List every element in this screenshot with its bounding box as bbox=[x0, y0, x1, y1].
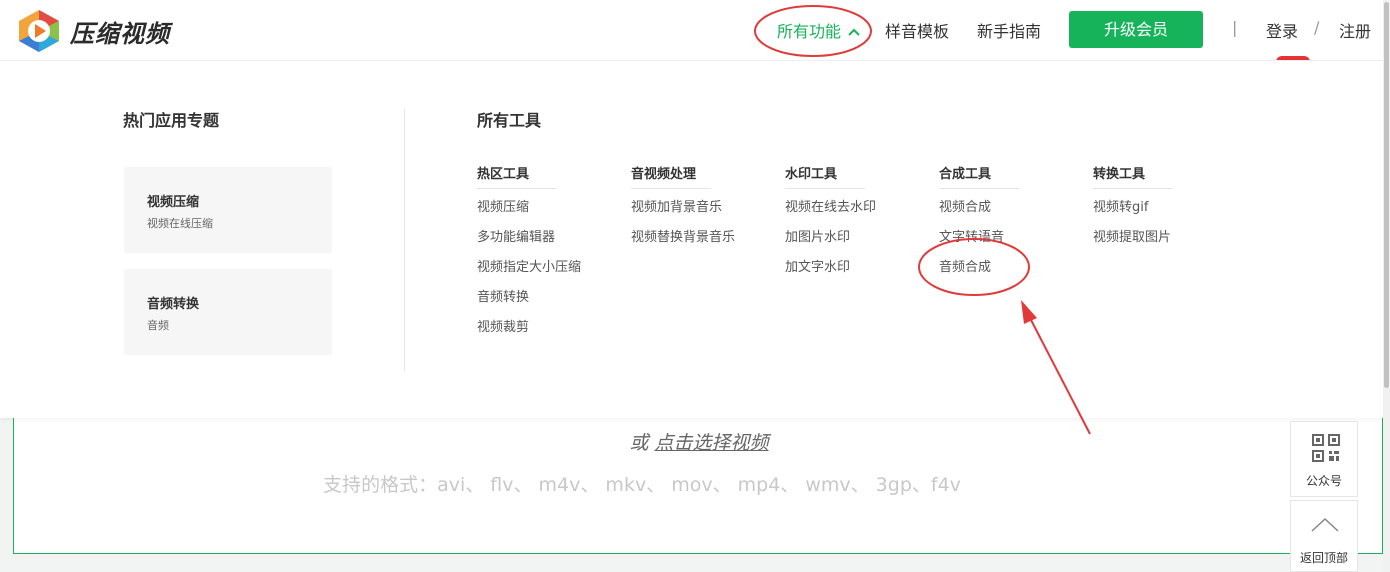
hot-card-subtitle: 音频 bbox=[147, 319, 169, 332]
tool-column-hot: 热区工具 视频压缩 多功能编辑器 视频指定大小压缩 音频转换 视频裁剪 bbox=[477, 163, 581, 343]
tool-link[interactable]: 视频提取图片 bbox=[1093, 223, 1173, 253]
tool-link[interactable]: 文字转语音 bbox=[939, 223, 1019, 253]
hot-card-title: 视频压缩 bbox=[147, 195, 200, 210]
tool-link[interactable]: 多功能编辑器 bbox=[477, 223, 581, 253]
tool-link-audio-merge[interactable]: 音频合成 bbox=[939, 253, 1019, 283]
tool-column-av: 音视频处理 视频加背景音乐 视频替换背景音乐 bbox=[631, 163, 735, 253]
upload-prompt: 或 点击选择视频 bbox=[14, 428, 1384, 455]
tool-link[interactable]: 视频合成 bbox=[939, 193, 1019, 223]
tool-column-title: 音视频处理 bbox=[631, 163, 711, 189]
features-dropdown-panel: 热门应用专题 视频压缩 视频在线压缩 音频转换 音频 所有工具 热区工具 视频压… bbox=[0, 60, 1383, 418]
nav-all-features[interactable]: 所有功能 bbox=[777, 18, 860, 42]
tool-column-convert: 转换工具 视频转gif 视频提取图片 bbox=[1093, 163, 1173, 253]
tool-column-merge: 合成工具 视频合成 文字转语音 音频合成 bbox=[939, 163, 1019, 283]
hot-card-subtitle: 视频在线压缩 bbox=[147, 217, 213, 230]
tool-link[interactable]: 视频转gif bbox=[1093, 193, 1173, 223]
wechat-qr-button[interactable]: 公众号 bbox=[1290, 421, 1358, 497]
chevron-up-icon bbox=[848, 28, 860, 36]
tool-column-title: 热区工具 bbox=[477, 163, 557, 189]
upgrade-button[interactable]: 升级会员 bbox=[1069, 11, 1203, 48]
back-to-top-label: 返回顶部 bbox=[1299, 551, 1348, 565]
tool-link[interactable]: 加文字水印 bbox=[785, 253, 876, 283]
play-logo-icon[interactable] bbox=[14, 8, 64, 54]
hot-topics-title: 热门应用专题 bbox=[123, 111, 220, 130]
nav-samples[interactable]: 样音模板 bbox=[885, 18, 949, 42]
register-link[interactable]: 注册 bbox=[1339, 18, 1371, 42]
tool-link[interactable]: 视频压缩 bbox=[477, 193, 581, 223]
hot-card-video-compress[interactable]: 视频压缩 视频在线压缩 bbox=[124, 167, 332, 253]
upload-or-label: 或 bbox=[629, 432, 649, 454]
nav-guide[interactable]: 新手指南 bbox=[977, 18, 1041, 42]
upload-dropzone[interactable]: 或 点击选择视频 支持的格式：avi、 flv、 m4v、 mkv、 mov、 … bbox=[13, 418, 1383, 554]
chevron-up-icon bbox=[1311, 517, 1339, 532]
tool-link[interactable]: 视频加背景音乐 bbox=[631, 193, 735, 223]
choose-video-link[interactable]: 点击选择视频 bbox=[655, 432, 769, 454]
tool-link[interactable]: 视频在线去水印 bbox=[785, 193, 876, 223]
scrollbar-thumb[interactable] bbox=[1384, 2, 1389, 388]
panel-divider bbox=[404, 109, 405, 371]
back-to-top-button[interactable]: 返回顶部 bbox=[1290, 500, 1358, 572]
tool-column-title: 合成工具 bbox=[939, 163, 1019, 189]
qr-code-icon bbox=[1312, 434, 1340, 462]
tool-column-title: 水印工具 bbox=[785, 163, 865, 189]
nav-all-features-label: 所有功能 bbox=[777, 22, 842, 41]
tool-link[interactable]: 视频替换背景音乐 bbox=[631, 223, 735, 253]
tool-link[interactable]: 视频指定大小压缩 bbox=[477, 253, 581, 283]
tool-link[interactable]: 加图片水印 bbox=[785, 223, 876, 253]
tool-column-title: 转换工具 bbox=[1093, 163, 1173, 189]
tool-link[interactable]: 音频转换 bbox=[477, 283, 581, 313]
qr-label: 公众号 bbox=[1305, 474, 1342, 488]
nav-divider: | bbox=[1232, 18, 1238, 37]
hot-card-title: 音频转换 bbox=[147, 297, 200, 312]
all-tools-title: 所有工具 bbox=[477, 111, 542, 130]
top-header: 压缩视频 所有功能 样音模板 新手指南 升级会员 | 登录 / 注册 bbox=[0, 0, 1390, 62]
tool-column-watermark: 水印工具 视频在线去水印 加图片水印 加文字水印 bbox=[785, 163, 876, 283]
login-link[interactable]: 登录 bbox=[1266, 18, 1298, 42]
hot-card-audio-convert[interactable]: 音频转换 音频 bbox=[124, 269, 332, 355]
supported-formats: 支持的格式：avi、 flv、 m4v、 mkv、 mov、 mp4、 wmv、… bbox=[323, 474, 961, 496]
brand-name[interactable]: 压缩视频 bbox=[70, 14, 170, 49]
nav-slash: / bbox=[1314, 18, 1320, 37]
tool-link[interactable]: 视频裁剪 bbox=[477, 313, 581, 343]
